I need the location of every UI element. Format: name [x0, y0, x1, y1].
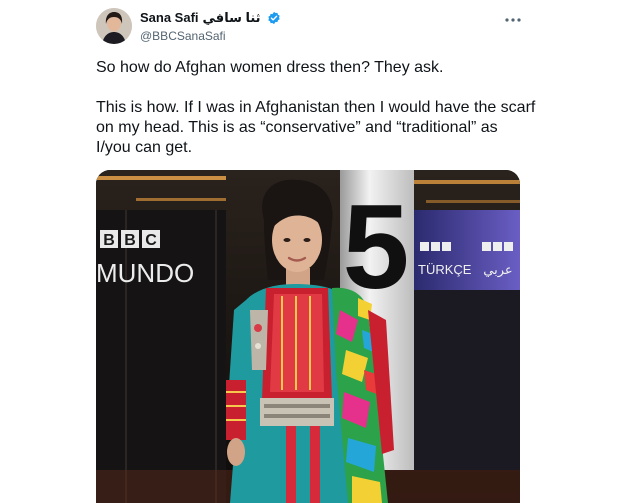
tweet-text: So how do Afghan women dress then? They … [96, 58, 536, 158]
sign-bbc-c: C [145, 232, 157, 249]
more-horizontal-icon[interactable] [504, 12, 522, 22]
sign-mundo-text: MUNDO [96, 258, 194, 288]
author-name[interactable]: Sana Safi [140, 10, 199, 26]
tweet-paragraph-1: So how do Afghan women dress then? They … [96, 59, 444, 76]
sign-bbc-b1: B [103, 232, 115, 249]
author-handle[interactable]: @BBCSanaSafi [140, 28, 530, 44]
tweet-card[interactable]: Sana Safi ثنا سافي @BBCSanaSafi So how d… [0, 0, 640, 503]
tweet-header: Sana Safi ثنا سافي @BBCSanaSafi [140, 10, 530, 44]
author-avatar[interactable] [96, 8, 132, 44]
sign-arabic-text: عربي [483, 263, 512, 278]
sign-turkce-text: TÜRKÇE [418, 262, 472, 277]
verified-badge-icon [267, 11, 281, 25]
author-name-native[interactable]: ثنا سافي [203, 10, 261, 26]
tweet-paragraph-2: This is how. If I was in Afghanistan the… [96, 99, 536, 156]
tweet-photo[interactable]: B B C MUNDO 5 TÜRKÇE عربي [96, 170, 520, 503]
photo-scene: B B C MUNDO 5 TÜRKÇE عربي [96, 170, 520, 503]
sign-bbc-b2: B [124, 232, 136, 249]
